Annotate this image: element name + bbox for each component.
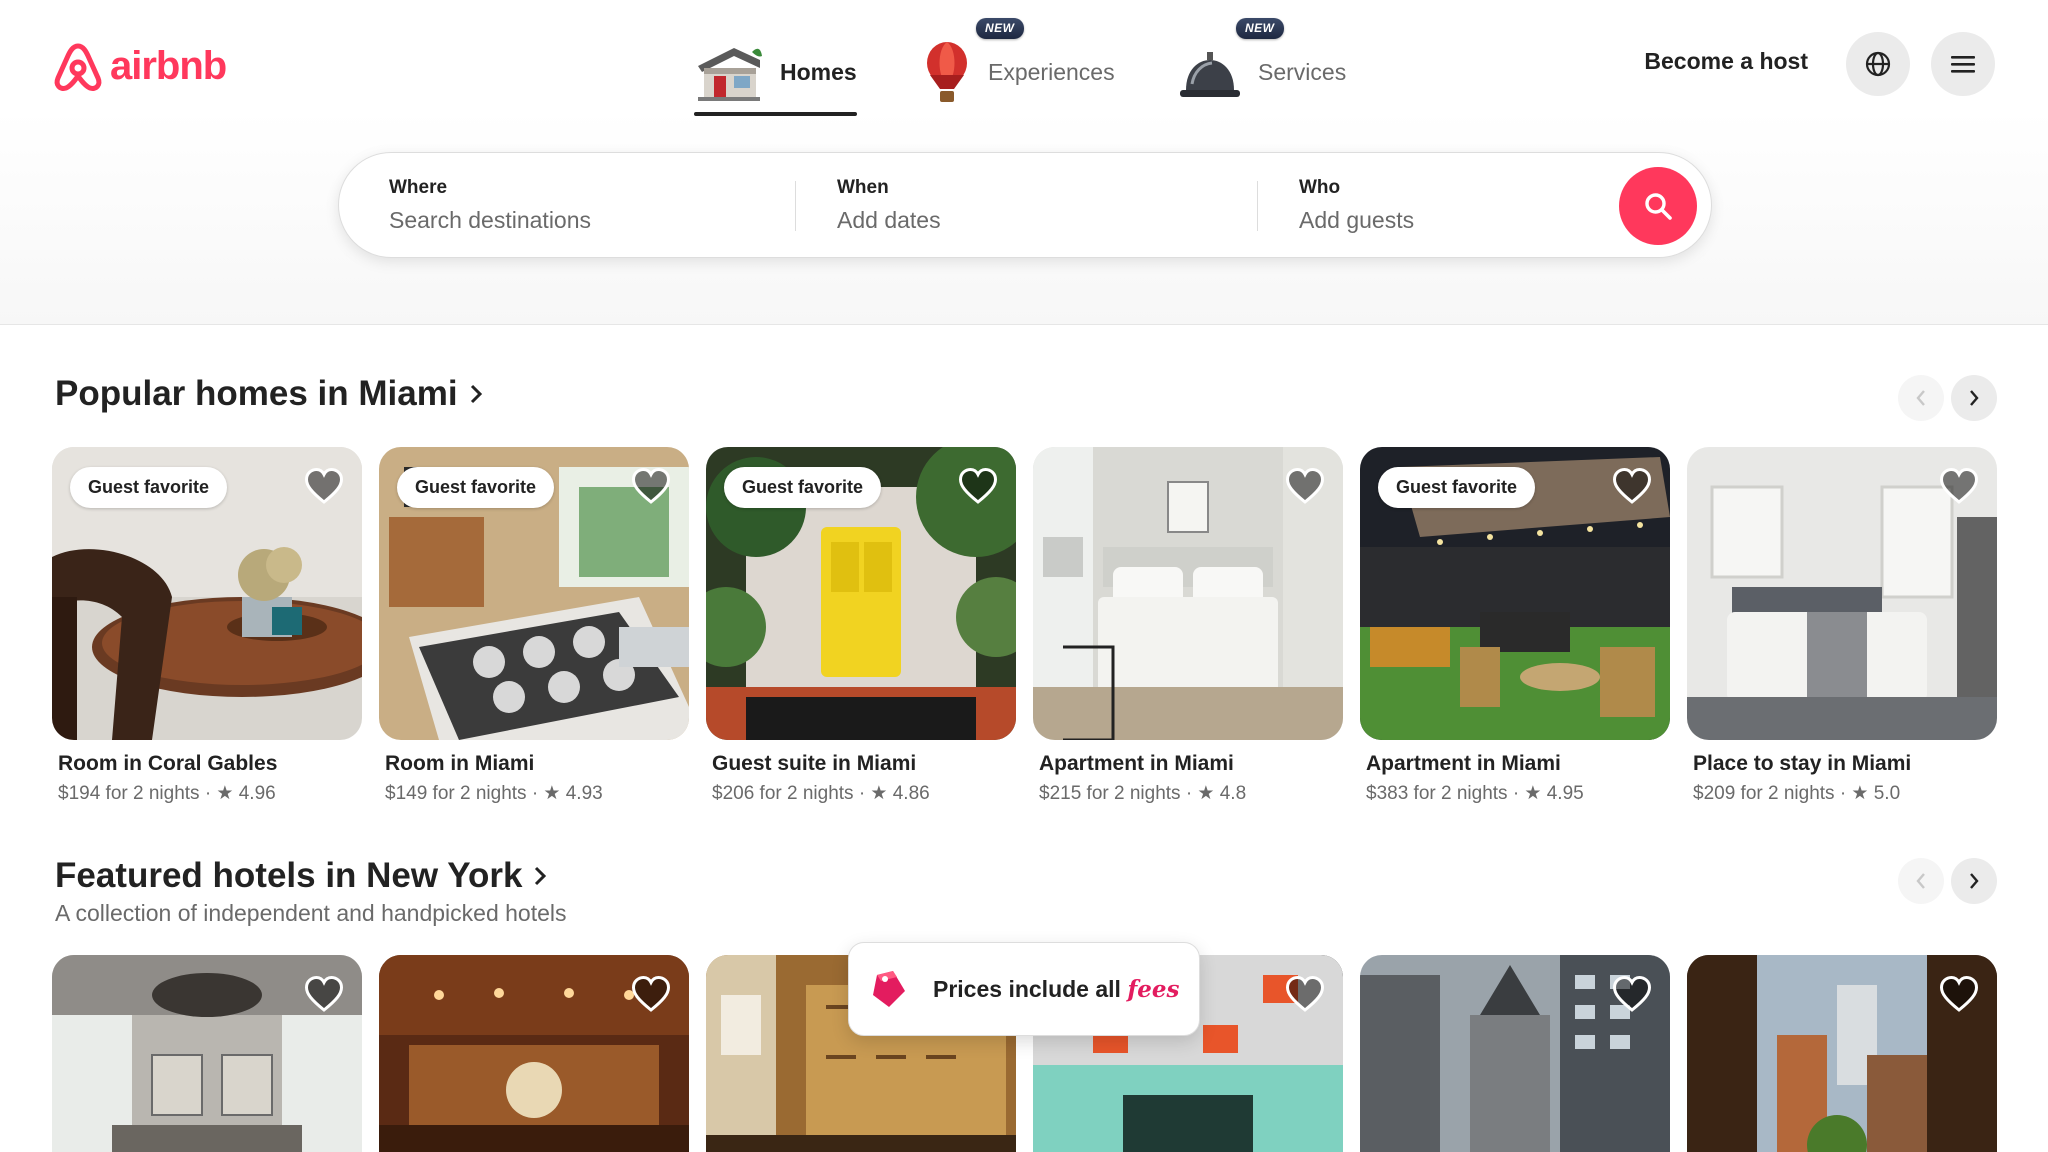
listing-price-rating: $209 for 2 nights · ★ 5.0: [1693, 783, 1901, 804]
search-icon: [1645, 193, 1672, 220]
listing-photo[interactable]: Guest favorite: [379, 447, 689, 740]
heart-icon[interactable]: [304, 975, 344, 1015]
tab-homes-label: Homes: [780, 58, 857, 85]
guest-favorite-badge: Guest favorite: [724, 467, 882, 508]
chevron-right-icon: [535, 866, 547, 886]
heart-icon[interactable]: [631, 467, 671, 507]
listing-card[interactable]: Guest favorite Guest suite in Miami $206…: [706, 447, 1016, 805]
tab-experiences-label: Experiences: [988, 58, 1115, 85]
guest-favorite-badge: Guest favorite: [70, 467, 228, 508]
language-button[interactable]: [1846, 32, 1910, 96]
hotel-photo[interactable]: [1360, 955, 1670, 1152]
listing-photo[interactable]: Guest favorite: [1360, 447, 1670, 740]
listing-photo[interactable]: Guest favorite: [52, 447, 362, 740]
chevron-left-icon: [1916, 390, 1925, 406]
where-input[interactable]: Search destinations: [389, 207, 789, 234]
listing-price-rating: $149 for 2 nights · ★ 4.93: [385, 783, 603, 804]
listing-title: Apartment in Miami: [1366, 752, 1561, 775]
popular-homes-heading[interactable]: Popular homes in Miami: [55, 374, 484, 414]
listing-photo[interactable]: Guest favorite: [706, 447, 1016, 740]
search-button[interactable]: [1619, 167, 1697, 245]
hotel-photo[interactable]: [52, 955, 362, 1152]
heart-icon[interactable]: [1612, 467, 1652, 507]
search-divider: [1257, 181, 1258, 231]
become-a-host-link[interactable]: Become a host: [1644, 48, 1808, 75]
who-input[interactable]: Add guests: [1299, 207, 1579, 234]
featured-hotels-heading[interactable]: Featured hotels in New York: [55, 856, 548, 896]
who-label: Who: [1299, 177, 1341, 198]
globe-icon: [1865, 51, 1891, 77]
hotel-card[interactable]: [1687, 955, 1997, 1152]
heart-icon[interactable]: [304, 467, 344, 507]
new-badge: NEW: [976, 18, 1024, 39]
listing-card[interactable]: Place to stay in Miami $209 for 2 nights…: [1687, 447, 1997, 805]
featured-hotels-subtitle: A collection of independent and handpick…: [55, 900, 567, 926]
heart-icon[interactable]: [1285, 975, 1325, 1015]
toast-fees-text: fees: [1127, 975, 1180, 1003]
chevron-left-icon: [1916, 873, 1925, 889]
featured-next-button[interactable]: [1951, 858, 1997, 904]
listing-card[interactable]: Apartment in Miami $215 for 2 nights · ★…: [1033, 447, 1343, 805]
when-field[interactable]: When Add dates: [837, 153, 1237, 259]
price-tag-icon: [873, 971, 905, 1007]
toast-text: Prices include all: [933, 975, 1128, 1002]
guest-favorite-badge: Guest favorite: [1378, 467, 1536, 508]
when-input[interactable]: Add dates: [837, 207, 1237, 234]
search-divider: [795, 181, 796, 231]
tab-homes[interactable]: Homes: [694, 30, 857, 116]
chevron-right-icon: [1970, 873, 1979, 889]
popular-next-button[interactable]: [1951, 375, 1997, 421]
house-icon: [698, 48, 762, 101]
heart-icon[interactable]: [631, 975, 671, 1015]
heart-icon[interactable]: [1939, 975, 1979, 1015]
where-field[interactable]: Where Search destinations: [389, 153, 789, 259]
listing-price-rating: $215 for 2 nights · ★ 4.8: [1039, 783, 1247, 804]
listing-card[interactable]: Guest favorite Room in Coral Gables $194…: [52, 447, 362, 805]
hotel-photo[interactable]: [1687, 955, 1997, 1152]
service-bell-icon: [1180, 52, 1240, 97]
listing-card[interactable]: Guest favorite Apartment in Miami $383 f…: [1360, 447, 1670, 805]
hamburger-menu-icon: [1951, 56, 1975, 73]
heart-icon[interactable]: [1285, 467, 1325, 507]
listing-title: Apartment in Miami: [1039, 752, 1234, 775]
popular-prev-button[interactable]: [1898, 375, 1944, 421]
listing-photo[interactable]: [1033, 447, 1343, 740]
hot-air-balloon-icon: [927, 42, 967, 102]
listing-title: Room in Miami: [385, 752, 535, 775]
where-label: Where: [389, 177, 448, 198]
heart-icon[interactable]: [1939, 467, 1979, 507]
listing-photo[interactable]: [1687, 447, 1997, 740]
hotel-card[interactable]: [52, 955, 362, 1152]
chevron-right-icon: [1970, 390, 1979, 406]
featured-prev-button[interactable]: [1898, 858, 1944, 904]
heart-icon[interactable]: [958, 467, 998, 507]
when-label: When: [837, 177, 889, 198]
toast-message: Prices include all fees: [933, 976, 1179, 1003]
chevron-right-icon: [470, 384, 482, 404]
tab-experiences[interactable]: NEW Experiences: [922, 18, 1115, 114]
who-field[interactable]: Who Add guests: [1299, 153, 1579, 259]
search-bar: Where Search destinations When Add dates…: [338, 152, 1712, 258]
heart-icon[interactable]: [1612, 975, 1652, 1015]
tab-services-label: Services: [1258, 58, 1347, 85]
hotel-photo[interactable]: [379, 955, 689, 1152]
hotel-card[interactable]: [1360, 955, 1670, 1152]
tab-services[interactable]: NEW Services: [1178, 18, 1347, 114]
featured-hotels-title: Featured hotels in New York: [55, 856, 523, 895]
guest-favorite-badge: Guest favorite: [397, 467, 555, 508]
prices-include-fees-toast[interactable]: Prices include all fees: [848, 942, 1200, 1036]
listing-title: Guest suite in Miami: [712, 752, 917, 775]
listing-card[interactable]: Guest favorite Room in Miami $149 for 2 …: [379, 447, 689, 805]
hotel-card[interactable]: [379, 955, 689, 1152]
listing-title: Place to stay in Miami: [1693, 752, 1912, 775]
listing-price-rating: $194 for 2 nights · ★ 4.96: [58, 783, 276, 804]
main-menu-button[interactable]: [1931, 32, 1995, 96]
new-badge: NEW: [1236, 18, 1284, 39]
popular-homes-title: Popular homes in Miami: [55, 374, 458, 413]
listing-price-rating: $383 for 2 nights · ★ 4.95: [1366, 783, 1584, 804]
listing-title: Room in Coral Gables: [58, 752, 278, 775]
listing-price-rating: $206 for 2 nights · ★ 4.86: [712, 783, 930, 804]
